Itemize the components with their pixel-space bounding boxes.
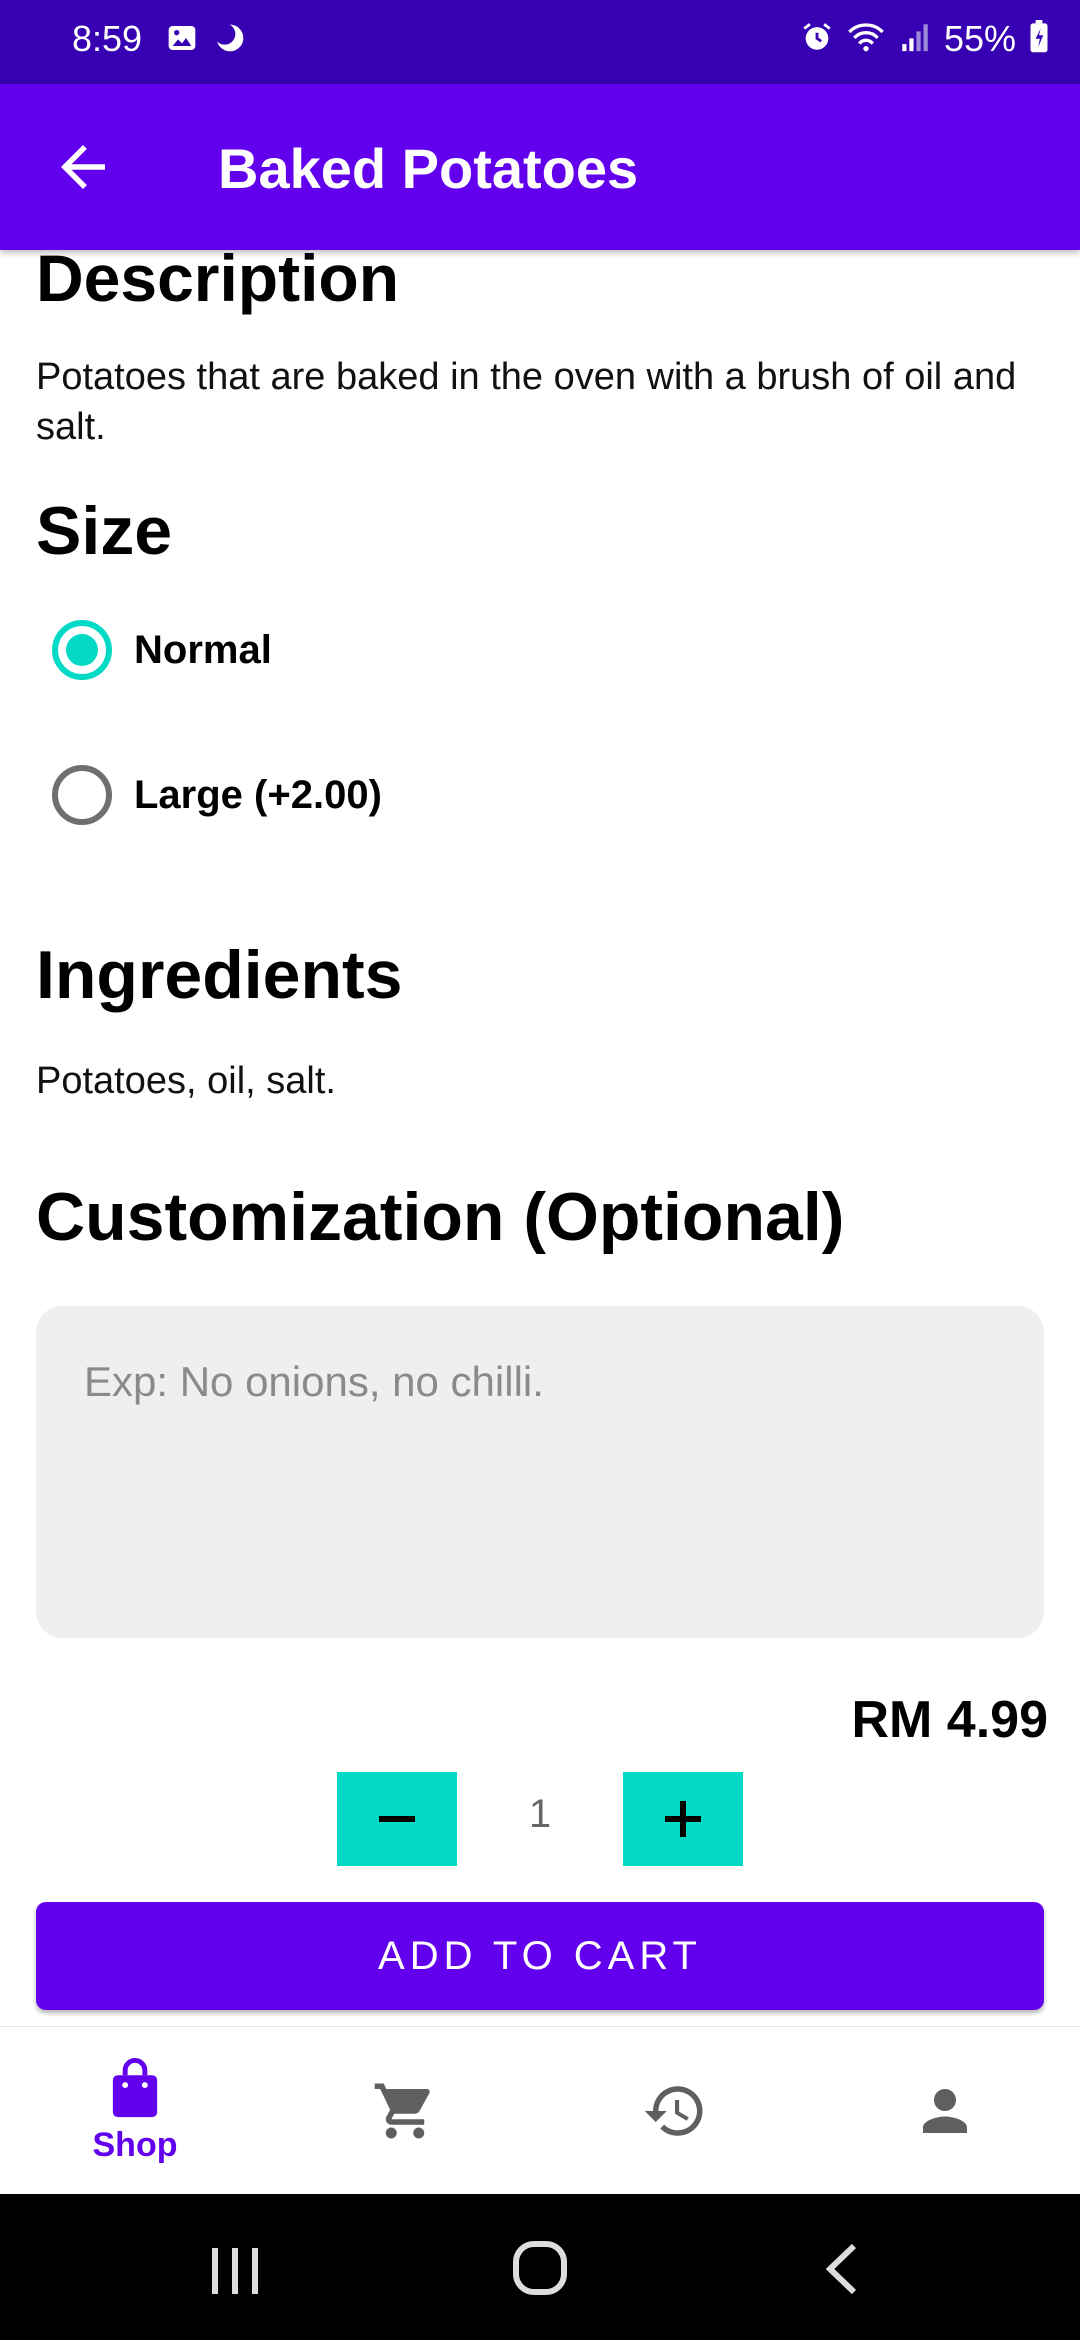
decrease-quantity-button[interactable]	[337, 1772, 457, 1866]
customization-field[interactable]	[36, 1306, 1044, 1638]
bottom-navigation: Shop	[0, 2026, 1080, 2194]
chevron-left-icon	[825, 2243, 857, 2295]
size-heading: Size	[36, 493, 173, 569]
person-icon	[923, 2089, 967, 2133]
customization-heading: Customization (Optional)	[36, 1179, 845, 1255]
home-button[interactable]	[510, 2238, 570, 2303]
history-icon	[644, 2086, 703, 2136]
app-bar: Baked Potatoes	[0, 84, 1080, 250]
description-text: Potatoes that are baked in the oven with…	[36, 356, 1017, 448]
status-left-icons	[166, 22, 246, 59]
add-to-cart-button[interactable]: ADD TO CART	[36, 1902, 1044, 2010]
battery-percent: 55%	[943, 18, 1016, 59]
ingredients-heading: Ingredients	[36, 937, 403, 1013]
description-heading: Description	[36, 241, 400, 315]
nav-item-shop[interactable]: Shop	[0, 2027, 270, 2195]
moon-icon	[214, 22, 246, 59]
customization-input[interactable]	[36, 1306, 1044, 1638]
radio-dot	[66, 634, 98, 666]
recent-apps-icon	[212, 2248, 258, 2294]
price-label: RM 4.99	[851, 1691, 1048, 1749]
cart-icon	[374, 2083, 430, 2139]
nav-item-cart[interactable]	[270, 2027, 540, 2195]
increase-quantity-button[interactable]	[623, 1772, 743, 1866]
back-nav-button[interactable]	[820, 2240, 864, 2303]
size-option-large[interactable]: Large (+2.00)	[52, 765, 382, 825]
quantity-value: 1	[528, 1792, 552, 1836]
battery-icon	[1028, 19, 1050, 59]
recent-apps-button[interactable]	[206, 2244, 266, 2303]
nav-item-history[interactable]	[540, 2027, 810, 2195]
minus-icon	[379, 1816, 415, 1822]
ingredients-text: Potatoes, oil, salt.	[36, 1060, 336, 1102]
radio-button-checked[interactable]	[52, 620, 112, 680]
size-option-normal[interactable]: Normal	[52, 620, 272, 680]
image-icon	[166, 22, 198, 59]
size-option-label: Large (+2.00)	[134, 772, 382, 817]
status-time: 8:59	[72, 18, 143, 59]
home-icon	[513, 2241, 567, 2295]
status-bar: 8:59 55%	[0, 0, 1080, 84]
nav-label-shop: Shop	[92, 2125, 178, 2164]
arrow-back-icon	[61, 145, 105, 189]
wifi-icon	[846, 20, 886, 59]
system-navigation-bar	[0, 2194, 1080, 2340]
size-option-label: Normal	[134, 627, 272, 672]
nav-item-profile[interactable]	[810, 2027, 1080, 2195]
back-button[interactable]	[50, 134, 116, 200]
signal-icon	[898, 20, 932, 59]
page-title: Baked Potatoes	[218, 137, 639, 200]
status-right-icons: 55%	[800, 18, 1050, 60]
shopping-bag-icon	[112, 2057, 158, 2117]
alarm-icon	[800, 20, 834, 59]
radio-button-unchecked[interactable]	[52, 765, 112, 825]
plus-icon	[665, 1801, 701, 1837]
